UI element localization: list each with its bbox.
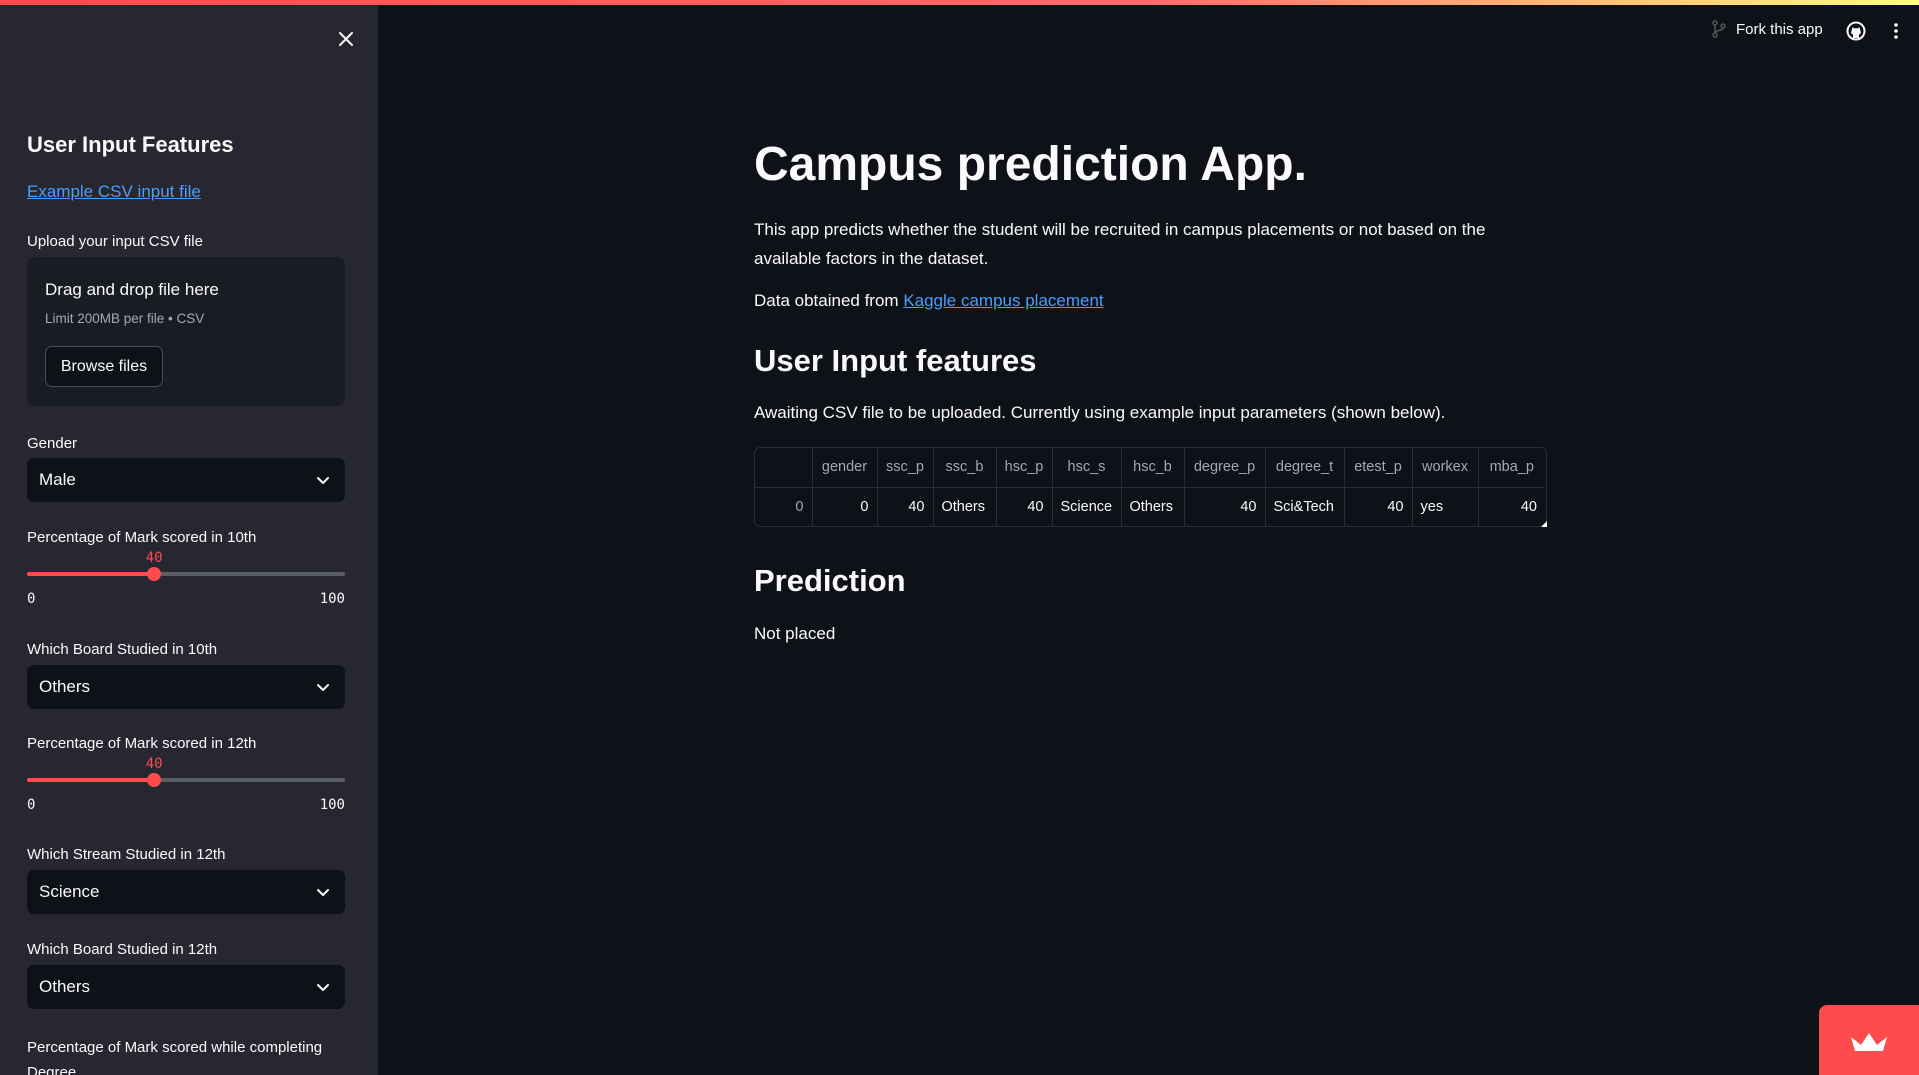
- features-heading: User Input features: [754, 343, 1037, 378]
- file-uploader-dropzone[interactable]: Drag and drop file here Limit 200MB per …: [27, 257, 345, 406]
- table-cell[interactable]: Science: [1052, 487, 1122, 526]
- ssc-p-slider[interactable]: 40 0 100: [27, 550, 345, 610]
- slider-max: 100: [319, 591, 345, 607]
- fork-label: Fork this app: [1736, 20, 1823, 38]
- page-title: Campus prediction App.: [754, 138, 1307, 191]
- hsc-b-select-value: Others: [39, 977, 91, 996]
- hsc-b-label: Which Board Studied in 12th: [27, 941, 218, 958]
- slider-fill: [27, 778, 155, 782]
- fork-icon: [1712, 20, 1726, 38]
- data-source: Data obtained from Kaggle campus placeme…: [754, 291, 1104, 311]
- table-cell[interactable]: Sci&Tech: [1265, 487, 1345, 526]
- input-dataframe[interactable]: gender ssc_p ssc_b hsc_p hsc_s hsc_b deg…: [754, 447, 1547, 527]
- crown-icon: [1851, 1033, 1887, 1051]
- column-header[interactable]: [755, 448, 813, 488]
- table-cell[interactable]: Others: [1121, 487, 1185, 526]
- hsc-s-select[interactable]: Science: [27, 870, 345, 914]
- hsc-p-slider[interactable]: 40 0 100: [27, 756, 345, 816]
- table-cell[interactable]: 40: [1184, 487, 1266, 526]
- hsc-s-select-value: Science: [39, 882, 100, 901]
- fork-app-button[interactable]: Fork this app: [1712, 20, 1823, 38]
- close-sidebar-icon[interactable]: [334, 27, 358, 51]
- prediction-result: Not placed: [754, 624, 836, 643]
- table-cell[interactable]: 40: [1478, 487, 1545, 526]
- gender-select[interactable]: Male: [27, 458, 345, 502]
- slider-max: 100: [319, 797, 345, 813]
- slider-value: 40: [145, 550, 163, 566]
- slider-min: 0: [27, 797, 36, 813]
- dropzone-title: Drag and drop file here: [45, 280, 219, 299]
- gender-label: Gender: [27, 435, 78, 452]
- prediction-heading: Prediction: [754, 563, 906, 598]
- github-icon[interactable]: [1846, 21, 1866, 41]
- sidebar-title: User Input Features: [27, 132, 234, 157]
- ssc-b-select-value: Others: [39, 677, 91, 696]
- app-description: This app predicts whether the student wi…: [754, 220, 1486, 268]
- degree-p-label: Percentage of Mark scored while completi…: [27, 1039, 323, 1075]
- column-header[interactable]: hsc_p: [996, 448, 1053, 488]
- table-cell[interactable]: 40: [996, 487, 1053, 526]
- chevron-down-icon: [317, 984, 329, 991]
- table-cell[interactable]: 0: [812, 487, 878, 526]
- table-cell[interactable]: 0: [755, 487, 813, 526]
- resize-handle-icon[interactable]: [1541, 521, 1547, 527]
- chevron-down-icon: [317, 684, 329, 691]
- column-header[interactable]: mba_p: [1478, 448, 1545, 488]
- column-header[interactable]: hsc_s: [1052, 448, 1122, 488]
- chevron-down-icon: [317, 889, 329, 896]
- table-header-row: gender ssc_p ssc_b hsc_p hsc_s hsc_b deg…: [755, 448, 1545, 488]
- ssc-b-select[interactable]: Others: [27, 665, 345, 709]
- column-header[interactable]: degree_p: [1184, 448, 1266, 488]
- column-header[interactable]: etest_p: [1344, 448, 1413, 488]
- ssc-p-label: Percentage of Mark scored in 10th: [27, 529, 257, 546]
- kebab-menu-icon[interactable]: [1888, 21, 1904, 41]
- ssc-b-label: Which Board Studied in 10th: [27, 641, 218, 658]
- column-header[interactable]: degree_t: [1265, 448, 1345, 488]
- table-cell[interactable]: 40: [877, 487, 934, 526]
- column-header[interactable]: hsc_b: [1121, 448, 1185, 488]
- chevron-down-icon: [317, 477, 329, 484]
- dropzone-subtitle: Limit 200MB per file • CSV: [45, 311, 205, 326]
- table-cell[interactable]: yes: [1412, 487, 1479, 526]
- sidebar: User Input Features Example CSV input fi…: [0, 5, 378, 1075]
- slider-fill: [27, 572, 155, 576]
- browse-files-button[interactable]: Browse files: [45, 346, 163, 387]
- example-csv-link[interactable]: Example CSV input file: [27, 182, 201, 202]
- table-cell[interactable]: Others: [933, 487, 997, 526]
- table-row: 0 0 40 Others 40 Science Others 40 Sci&T…: [755, 487, 1545, 526]
- hsc-p-label: Percentage of Mark scored in 12th: [27, 735, 257, 752]
- upload-label: Upload your input CSV file: [27, 233, 203, 250]
- awaiting-text: Awaiting CSV file to be uploaded. Curren…: [754, 403, 1446, 422]
- column-header[interactable]: ssc_p: [877, 448, 934, 488]
- table-cell[interactable]: 40: [1344, 487, 1413, 526]
- slider-value: 40: [145, 756, 163, 772]
- hsc-s-label: Which Stream Studied in 12th: [27, 846, 226, 863]
- source-prefix: Data obtained from: [754, 291, 904, 310]
- slider-thumb[interactable]: [147, 773, 162, 787]
- slider-min: 0: [27, 591, 36, 607]
- slider-thumb[interactable]: [147, 567, 162, 581]
- gender-select-value: Male: [39, 470, 76, 489]
- kaggle-link[interactable]: Kaggle campus placement: [903, 291, 1103, 310]
- column-header[interactable]: gender: [812, 448, 878, 488]
- hsc-b-select[interactable]: Others: [27, 965, 345, 1009]
- column-header[interactable]: ssc_b: [933, 448, 997, 488]
- streamlit-badge[interactable]: [1819, 1005, 1919, 1075]
- column-header[interactable]: workex: [1412, 448, 1479, 488]
